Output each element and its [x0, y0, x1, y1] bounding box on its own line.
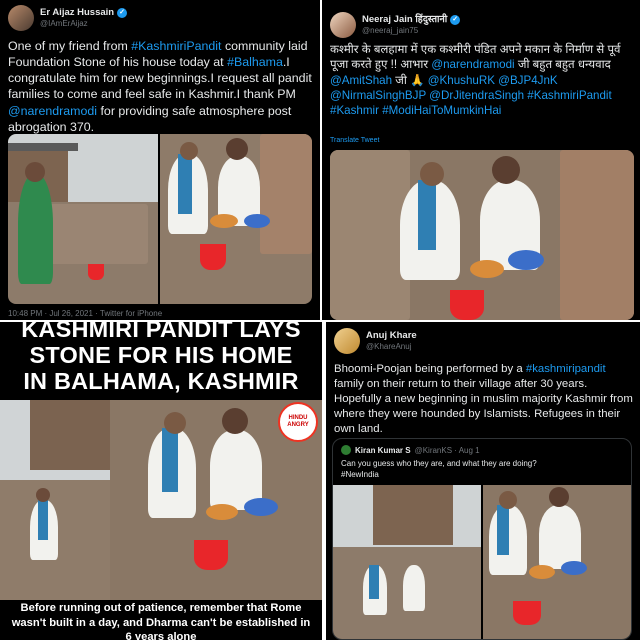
banner-title-line-3: IN BALHAMA, KASHMIR — [23, 368, 299, 394]
avatar[interactable] — [334, 328, 360, 354]
tweet-photo-right[interactable] — [160, 134, 312, 304]
tweet-link[interactable]: @narendramodi — [8, 104, 97, 118]
tweet-card-neeraj: Neeraj Jain हिंदुस्तानी ✓ @neeraj_jain75 … — [322, 0, 640, 320]
tweet-text-segment: जी 🙏 — [392, 73, 428, 87]
banner-caption: Before running out of patience, remember… — [11, 602, 311, 640]
divider — [322, 320, 640, 322]
tweet-timestamp[interactable]: 10:48 PM · Jul 26, 2021 · Twitter for iP… — [8, 309, 162, 318]
tweet-header: Er Aijaz Hussain ✓ @IAmErAijaz — [8, 5, 128, 31]
banner-photo-left — [0, 400, 110, 600]
tweet-text-segment: जी बहुत बहुत धन्यवाद — [514, 58, 611, 72]
quoted-photo-right[interactable] — [483, 485, 631, 639]
tweet-header: Anuj Khare @KhareAnuj — [334, 328, 417, 354]
display-name[interactable]: Neeraj Jain हिंदुस्तानी — [362, 14, 447, 26]
quoted-text: Can you guess who they are, and what the… — [341, 459, 537, 468]
display-name[interactable]: Anuj Khare — [366, 330, 417, 342]
tweet-card-aijaz: Er Aijaz Hussain ✓ @IAmErAijaz One of my … — [0, 0, 320, 320]
user-handle[interactable]: @KhareAnuj — [366, 342, 417, 351]
tweet-text: कश्मीर के बलहामा में एक कश्मीरी पंडित अप… — [330, 42, 636, 118]
translate-tweet-link[interactable]: Translate Tweet — [330, 137, 379, 144]
quoted-photo-left[interactable] — [333, 485, 481, 639]
tweet-photo-left[interactable] — [8, 134, 158, 304]
quoted-avatar — [341, 445, 351, 455]
user-handle[interactable]: @neeraj_jain75 — [362, 26, 460, 35]
quoted-name: Kiran Kumar S — [355, 445, 411, 455]
tweet-link[interactable]: #KashmiriPandit — [131, 39, 221, 53]
tweet-header: Neeraj Jain हिंदुस्तानी ✓ @neeraj_jain75 — [330, 12, 461, 38]
tweet-text-segment: One of my friend from — [8, 39, 132, 53]
divider — [0, 320, 322, 322]
tweet-link[interactable]: @narendramodi — [431, 58, 514, 71]
quoted-tweet-header: Kiran Kumar S @KiranKS · Aug 1 — [341, 445, 480, 455]
quoted-handle: @KiranKS · Aug 1 — [414, 445, 480, 455]
tweet-text-segment: family on their return to their village … — [334, 378, 633, 436]
banner-title-line-2: STONE FOR HIS HOME — [29, 342, 293, 368]
tweet-text-segment: Bhoomi-Poojan being performed by a — [334, 363, 526, 375]
verified-badge-icon: ✓ — [450, 15, 461, 26]
news-banner: KASHMIRI PANDIT LAYS STONE FOR HIS HOME … — [0, 322, 322, 640]
banner-title-line-1: KASHMIRI PANDIT LAYS — [21, 322, 301, 342]
tweet-card-anuj: Anuj Khare @KhareAnuj Bhoomi-Poojan bein… — [326, 322, 640, 640]
display-name[interactable]: Er Aijaz Hussain — [40, 7, 114, 19]
avatar[interactable] — [330, 12, 356, 38]
quoted-tweet[interactable]: Kiran Kumar S @KiranKS · Aug 1 Can you g… — [332, 438, 632, 640]
tweet-link[interactable]: @AmitShah — [330, 74, 392, 87]
hindu-angry-logo: HINDU ANGRY — [278, 402, 318, 442]
tweet-link[interactable]: #Balhama — [227, 55, 283, 69]
divider — [322, 322, 326, 640]
logo-text: HINDU ANGRY — [287, 415, 309, 428]
divider — [320, 0, 322, 322]
user-handle[interactable]: @IAmErAijaz — [40, 19, 127, 28]
quoted-hashtag[interactable]: #NewIndia — [341, 470, 379, 479]
avatar[interactable] — [8, 5, 34, 31]
tweet-link[interactable]: #kashmiripandit — [526, 363, 606, 375]
verified-badge-icon: ✓ — [117, 8, 128, 19]
tweet-text: Bhoomi-Poojan being performed by a #kash… — [334, 362, 634, 437]
tweet-photo[interactable] — [330, 150, 634, 320]
tweet-text: One of my friend from #KashmiriPandit co… — [8, 38, 314, 135]
